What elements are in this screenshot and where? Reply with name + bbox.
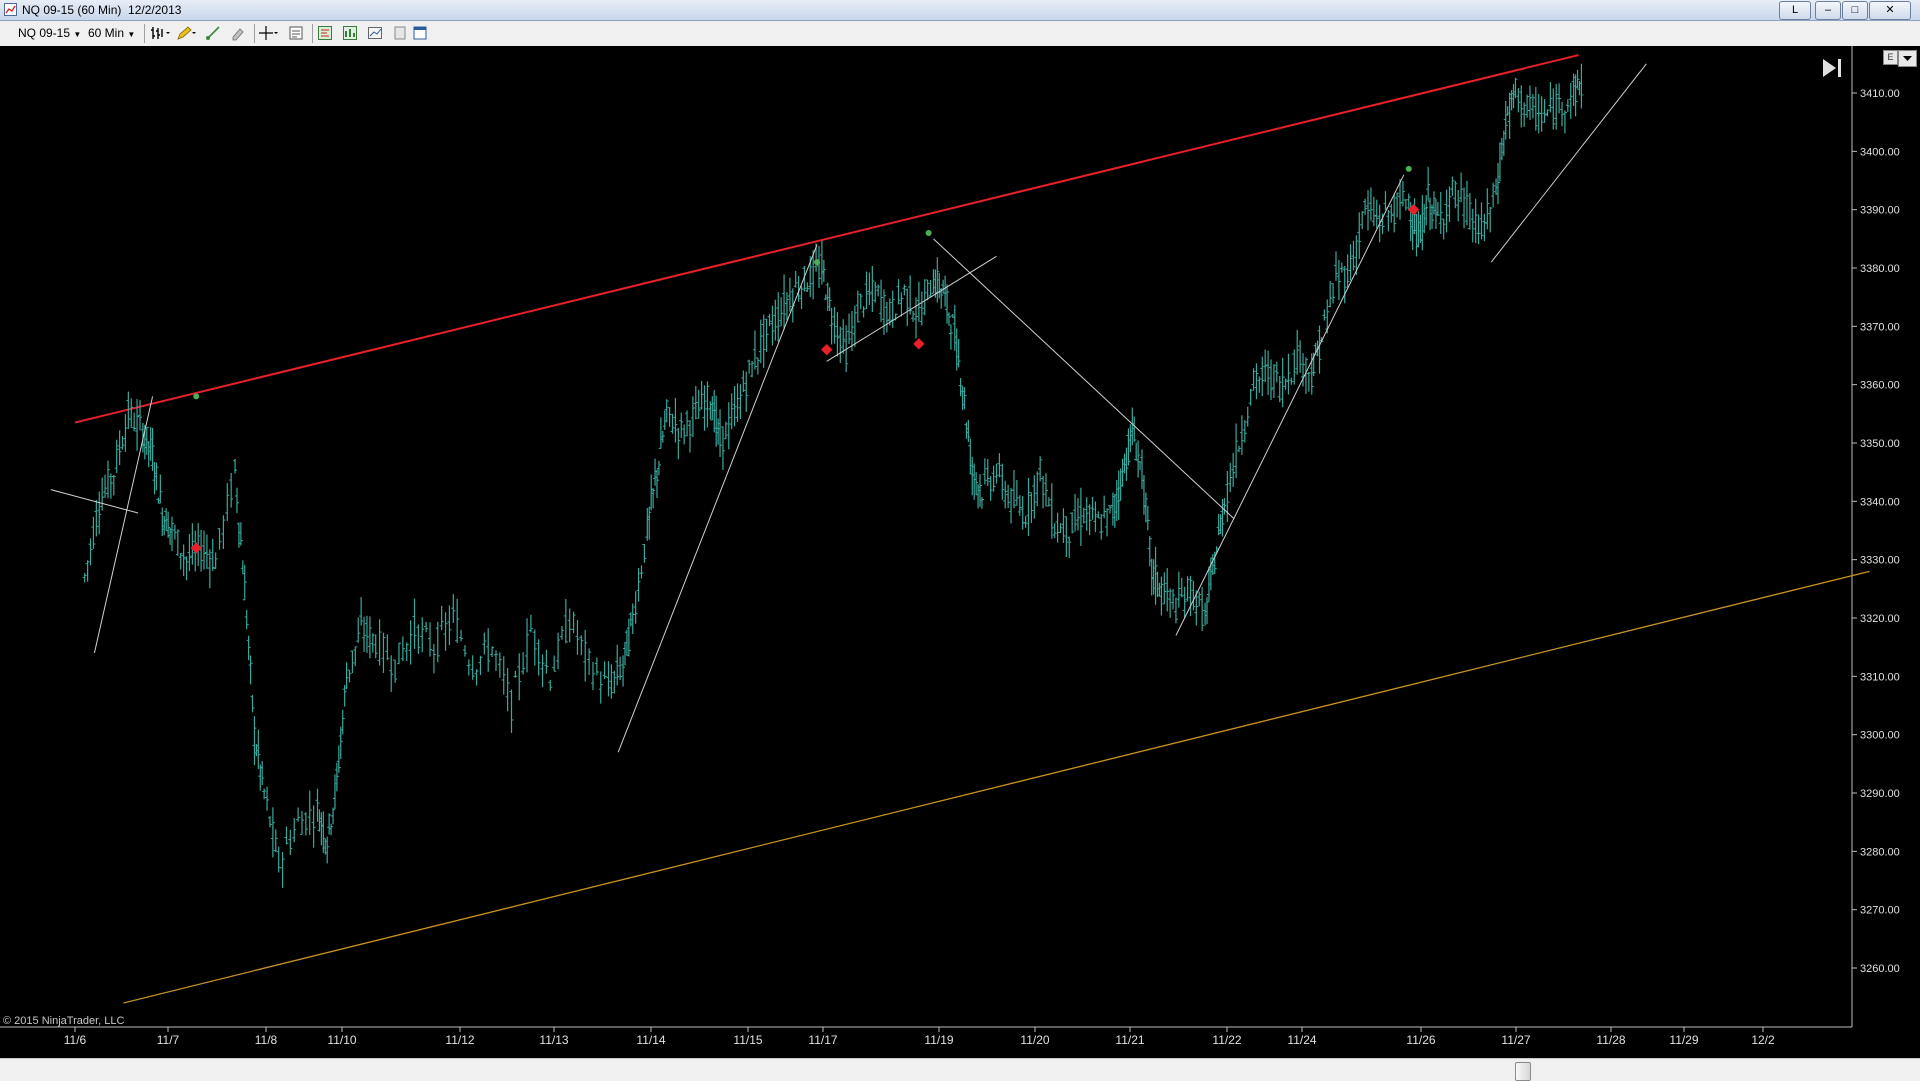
date-tick-label: 11/17 — [808, 1033, 837, 1047]
chart-background — [0, 46, 1920, 1058]
bar-type-icon[interactable] — [150, 25, 172, 41]
window-icon[interactable] — [412, 25, 428, 41]
date-tick-label: 11/10 — [327, 1033, 356, 1047]
date-tick-label: 11/19 — [924, 1033, 953, 1047]
drawing-pencil-icon[interactable] — [176, 25, 198, 41]
price-tick-label: 3380.00 — [1860, 263, 1900, 275]
date-tick-label: 11/7 — [157, 1033, 180, 1047]
price-tick-label: 3260.00 — [1860, 963, 1900, 975]
properties-icon[interactable] — [288, 25, 304, 41]
horizontal-scrollbar[interactable] — [0, 1058, 1920, 1081]
chevron-down-icon: ▼ — [127, 30, 136, 39]
minimize-button[interactable]: – — [1815, 1, 1841, 20]
copyright-text: © 2015 NinjaTrader, LLC — [3, 1015, 125, 1027]
date-tick-label: 11/26 — [1406, 1033, 1435, 1047]
buy-signal-dot — [814, 259, 821, 266]
date-tick-label: 12/2 — [1751, 1033, 1775, 1047]
date-tick-label: 11/29 — [1669, 1033, 1698, 1047]
price-tick-label: 3370.00 — [1860, 321, 1900, 333]
price-tick-label: 3390.00 — [1860, 205, 1900, 217]
eraser-icon[interactable] — [230, 25, 246, 41]
date-tick-label: 11/22 — [1212, 1033, 1241, 1047]
chevron-down-icon — [1903, 56, 1912, 61]
template-icon[interactable] — [392, 25, 408, 41]
price-tick-label: 3310.00 — [1860, 671, 1900, 683]
close-button[interactable]: ✕ — [1869, 1, 1911, 20]
date-tick-label: 11/20 — [1020, 1033, 1049, 1047]
price-tick-label: 3350.00 — [1860, 438, 1900, 450]
price-tick-label: 3400.00 — [1860, 146, 1900, 158]
window-title-bar[interactable]: NQ 09-15 (60 Min) 12/2/2013 L – □ ✕ — [0, 0, 1920, 21]
price-chart[interactable]: 3410.00 3400.00 3390.00 3380.00 3370.00 3360.… — [0, 46, 1920, 1058]
buy-signal-dot — [1405, 165, 1412, 172]
toolbar-separator — [144, 24, 145, 43]
window-title: NQ 09-15 (60 Min) 12/2/2013 — [22, 3, 182, 17]
panel-expand-button[interactable]: E — [1883, 50, 1898, 65]
toolbar-separator — [254, 24, 255, 43]
price-tick-label: 3300.00 — [1860, 730, 1900, 742]
date-tick-label: 11/15 — [733, 1033, 762, 1047]
price-tick-label: 3270.00 — [1860, 905, 1900, 917]
date-tick-label: 11/24 — [1287, 1033, 1316, 1047]
price-tick-label: 3360.00 — [1860, 380, 1900, 392]
date-tick-label: 11/8 — [255, 1033, 278, 1047]
chart-toolbar: NQ 09-15 ▼ 60 Min ▼ — [0, 21, 1920, 47]
price-tick-label: 3410.00 — [1860, 88, 1900, 100]
date-tick-label: 11/6 — [64, 1033, 87, 1047]
draw-line-icon[interactable] — [205, 25, 221, 41]
interval-label: 60 Min — [88, 26, 125, 40]
app-chart-icon — [4, 3, 17, 16]
window-tab-button[interactable]: L — [1779, 1, 1811, 20]
maximize-button[interactable]: □ — [1842, 1, 1868, 20]
price-tick-label: 3280.00 — [1860, 846, 1900, 858]
date-tick-label: 11/12 — [445, 1033, 474, 1047]
price-tick-label: 3320.00 — [1860, 613, 1900, 625]
strategies-icon[interactable] — [342, 25, 358, 41]
price-tick-label: 3340.00 — [1860, 496, 1900, 508]
instrument-selector[interactable]: NQ 09-15 ▼ — [18, 26, 81, 40]
date-tick-label: 11/14 — [636, 1033, 665, 1047]
date-tick-label: 11/13 — [539, 1033, 568, 1047]
chart-trader-icon[interactable] — [367, 25, 383, 41]
chevron-down-icon: ▼ — [73, 30, 82, 39]
price-tick-label: 3330.00 — [1860, 555, 1900, 567]
price-tick-label: 3290.00 — [1860, 788, 1900, 800]
date-tick-label: 11/28 — [1596, 1033, 1625, 1047]
buy-signal-dot — [925, 229, 932, 236]
buy-signal-dot — [193, 393, 200, 400]
crosshair-icon[interactable] — [258, 25, 280, 41]
interval-selector[interactable]: 60 Min ▼ — [88, 26, 135, 40]
data-box-icon[interactable] — [317, 25, 333, 41]
panel-menu-button[interactable] — [1898, 50, 1917, 67]
date-tick-label: 11/27 — [1501, 1033, 1530, 1047]
instrument-label: NQ 09-15 — [18, 26, 71, 40]
date-tick-label: 11/21 — [1115, 1033, 1144, 1047]
toolbar-separator — [312, 24, 313, 43]
scrollbar-thumb[interactable] — [1515, 1062, 1531, 1081]
